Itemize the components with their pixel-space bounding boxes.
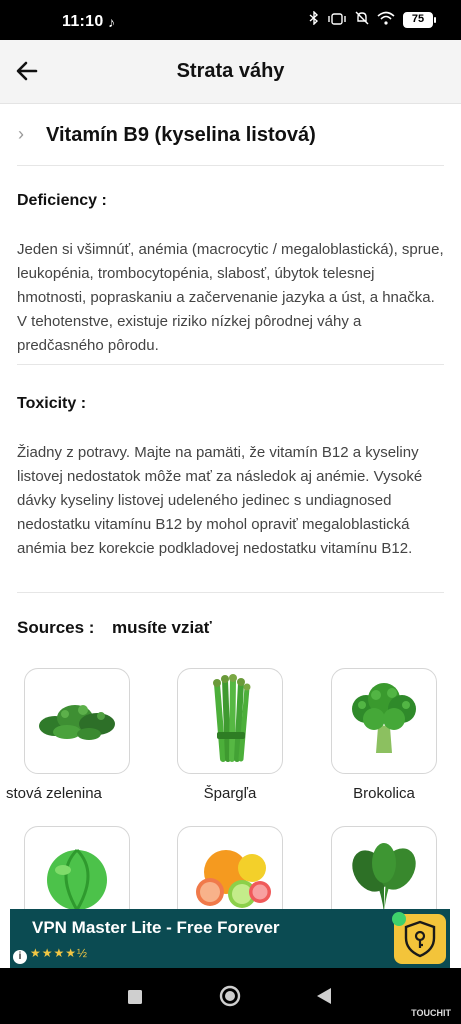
divider bbox=[17, 364, 444, 365]
status-time: 11:10 bbox=[62, 13, 104, 30]
source-tile-asparagus[interactable] bbox=[177, 668, 283, 774]
vibrate-icon bbox=[327, 12, 347, 28]
status-icons: 75 bbox=[309, 10, 436, 28]
recents-square-icon[interactable] bbox=[127, 989, 143, 1010]
info-icon[interactable]: i bbox=[13, 950, 27, 964]
badge-icon bbox=[392, 912, 406, 926]
back-triangle-icon[interactable] bbox=[316, 987, 332, 1010]
page-title: Strata váhy bbox=[176, 60, 285, 82]
wifi-icon bbox=[377, 11, 395, 28]
citrus-fruits-icon bbox=[188, 842, 272, 917]
asparagus-icon bbox=[205, 673, 255, 769]
source-label-leafy-greens: stová zelenina bbox=[6, 785, 102, 802]
source-label-asparagus: Špargľa bbox=[203, 785, 257, 802]
sources-label: Sources : bbox=[17, 618, 95, 637]
system-nav-bar: TOUCHIT bbox=[0, 968, 461, 1024]
chevron-right-icon: › bbox=[18, 124, 24, 144]
vitamin-title: Vitamín B9 (kyselina listová) bbox=[46, 124, 316, 146]
status-bar: 11:10 ♪ 75 bbox=[0, 0, 461, 40]
tiktok-icon: ♪ bbox=[108, 14, 115, 30]
deficiency-heading: Deficiency : bbox=[17, 192, 107, 209]
divider bbox=[17, 165, 444, 166]
bluetooth-icon bbox=[309, 10, 319, 28]
leafy-greens-icon bbox=[35, 694, 119, 749]
mute-icon bbox=[355, 11, 369, 28]
app-bar: Strata váhy bbox=[0, 40, 461, 104]
watermark: TOUCHIT bbox=[411, 1008, 451, 1018]
broccoli-icon bbox=[346, 679, 422, 764]
source-tile-leafy-greens[interactable] bbox=[24, 668, 130, 774]
source-tile-broccoli[interactable] bbox=[331, 668, 437, 774]
toxicity-text: Žiadny z potravy. Majte na pamäti, že vi… bbox=[17, 444, 423, 557]
sources-value: musíte vziať bbox=[112, 618, 212, 637]
ad-title[interactable]: VPN Master Lite - Free Forever bbox=[32, 918, 280, 938]
cabbage-icon bbox=[37, 842, 117, 917]
ad-rating: ★★★★½ bbox=[30, 946, 89, 960]
toxicity-heading: Toxicity : bbox=[17, 395, 87, 412]
battery-icon: 75 bbox=[403, 11, 436, 28]
home-circle-icon[interactable] bbox=[219, 985, 241, 1012]
divider bbox=[17, 592, 444, 593]
vitamin-header[interactable]: › Vitamín B9 (kyselina listová) bbox=[0, 104, 461, 166]
deficiency-text: Jeden si všimnúť, anémia (macrocytic / m… bbox=[17, 241, 444, 354]
source-label-broccoli: Brokolica bbox=[353, 785, 415, 802]
ad-banner[interactable]: VPN Master Lite - Free Forever ★★★★½ i bbox=[10, 909, 450, 968]
